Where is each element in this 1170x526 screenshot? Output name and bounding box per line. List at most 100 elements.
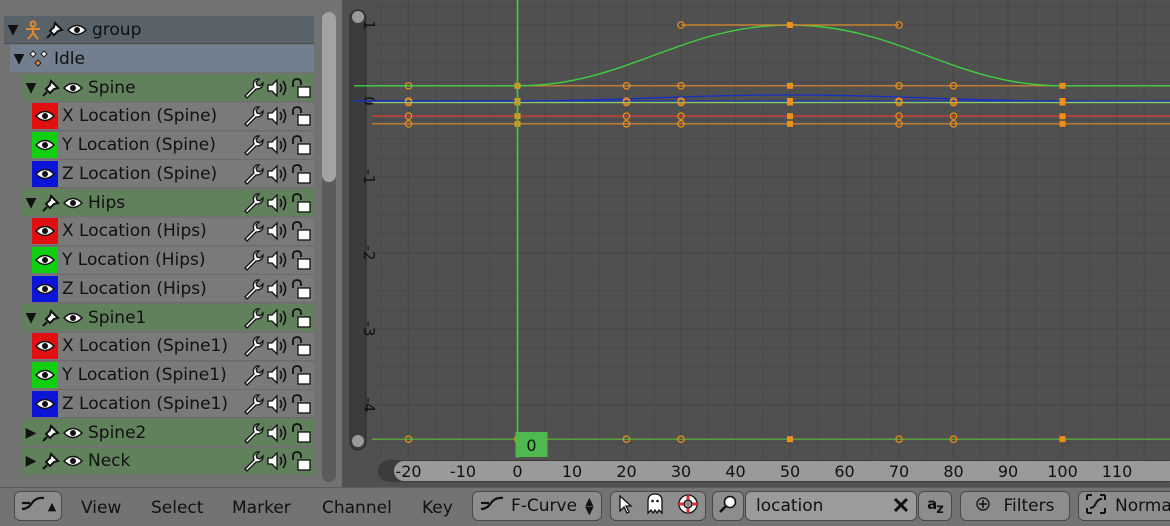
channel-curve-row[interactable]: X Location (Spine) [32,102,314,131]
collapse-triangle-icon[interactable]: ▼ [22,310,40,326]
keyframe-point[interactable] [1059,436,1066,443]
keyframe-point[interactable] [787,120,793,127]
wrench-icon[interactable] [242,393,264,415]
pin-icon[interactable] [40,422,62,444]
eye-icon[interactable] [62,422,84,444]
keyframe-point[interactable] [1059,82,1066,89]
eye-icon[interactable] [62,77,84,99]
eye-icon[interactable] [62,192,84,214]
pin-icon[interactable] [40,192,62,214]
channel-curve-row[interactable]: Z Location (Hips) [32,275,314,304]
eye-icon[interactable] [62,450,84,472]
menu-select[interactable]: Select [151,498,203,518]
pin-icon[interactable] [44,19,66,41]
lock-icon[interactable] [290,422,312,444]
lock-icon[interactable] [290,307,312,329]
collapse-triangle-icon[interactable]: ▼ [4,22,22,38]
keyframe-point[interactable] [787,22,793,28]
wrench-icon[interactable] [242,105,264,128]
wrench-icon[interactable] [242,220,264,243]
lock-icon[interactable] [290,134,312,156]
lifebuoy-icon[interactable] [677,493,699,520]
curve-visibility-eye-icon[interactable] [32,160,58,187]
expand-triangle-icon[interactable]: ▶ [22,453,40,469]
menu-key[interactable]: Key [422,498,453,518]
speaker-icon[interactable] [266,364,288,386]
speaker-icon[interactable] [266,105,288,127]
keyframe-point[interactable] [787,82,793,89]
curve-visibility-eye-icon[interactable] [32,247,58,273]
mode-dropdown[interactable]: F-Curve ▲ ▼ [472,491,602,521]
clear-search-icon[interactable] [892,496,910,519]
curve-visibility-eye-icon[interactable] [32,333,58,360]
wrench-icon[interactable] [242,307,264,329]
channel-bone-row[interactable]: ▶ Spine2 [22,419,314,446]
lock-icon[interactable] [290,192,312,214]
channel-curve-row[interactable]: X Location (Spine1) [32,332,314,361]
channel-bone-row[interactable]: ▶ Neck [22,447,314,475]
wrench-icon[interactable] [242,249,264,271]
channel-group-row[interactable]: ▼ group [4,16,314,44]
graph-editor-canvas[interactable]: 1 0 -1 -2 -3 -4 0 -20 -10 0 10 20 30 40 50 60 70 80 90 100 1… [342,0,1170,487]
wrench-icon[interactable] [242,450,264,473]
pin-icon[interactable] [40,77,62,99]
speaker-icon[interactable] [266,163,288,185]
channel-curve-row[interactable]: Z Location (Spine1) [32,390,314,419]
lock-icon[interactable] [290,163,312,185]
curve-visibility-eye-icon[interactable] [32,390,58,417]
filters-button[interactable]: Filters [960,491,1070,521]
sort-alphabetical-button[interactable]: az [918,491,952,521]
wrench-icon[interactable] [242,163,264,185]
menu-channel[interactable]: Channel [322,498,392,518]
pin-icon[interactable] [40,307,62,329]
channel-scrollbar-thumb[interactable] [322,12,336,182]
speaker-icon[interactable] [266,220,288,242]
keyframe-point[interactable] [787,113,793,120]
keyframe-point[interactable] [787,99,793,106]
keyframe-point[interactable] [1059,120,1066,127]
lock-icon[interactable] [290,105,312,127]
wrench-icon[interactable] [242,134,264,156]
channel-bone-row[interactable]: ▼ Spine1 [22,304,314,331]
curve-visibility-eye-icon[interactable] [32,132,58,158]
speaker-icon[interactable] [266,134,288,156]
ghost-icon[interactable] [646,492,664,520]
curve-visibility-eye-icon[interactable] [32,275,58,302]
lock-icon[interactable] [290,450,312,472]
menu-marker[interactable]: Marker [232,498,291,518]
graph-svg[interactable]: 10-1-2-3-40-20 -10 0 10 20 30 40 50 60 70 80 90 100 1… [342,0,1170,487]
wrench-icon[interactable] [242,77,264,99]
speaker-icon[interactable] [266,422,288,444]
wrench-icon[interactable] [242,364,264,386]
pin-icon[interactable] [40,450,62,472]
keyframe-point[interactable] [1059,99,1066,106]
collapse-triangle-icon[interactable]: ▼ [10,51,28,67]
channel-bone-row[interactable]: ▼ Hips [22,189,314,216]
channel-curve-row[interactable]: Y Location (Spine) [32,131,314,160]
keyframe-point[interactable] [787,436,793,443]
editor-type-button[interactable]: ▲ [14,491,62,521]
lock-icon[interactable] [290,77,312,99]
channel-scrollbar[interactable] [322,12,336,482]
eye-icon[interactable] [66,19,88,41]
menu-view[interactable]: View [81,498,121,518]
wrench-icon[interactable] [242,335,264,358]
collapse-triangle-icon[interactable]: ▼ [22,80,40,96]
speaker-icon[interactable] [266,278,288,300]
channel-curve-row[interactable]: Y Location (Spine1) [32,361,314,390]
eye-icon[interactable] [62,307,84,329]
speaker-icon[interactable] [266,450,288,472]
curve-visibility-eye-icon[interactable] [32,103,58,130]
channel-curve-row[interactable]: Z Location (Spine) [32,160,314,189]
keyframe-point[interactable] [1059,113,1066,120]
wrench-icon[interactable] [242,278,264,300]
curve-visibility-eye-icon[interactable] [32,362,58,388]
speaker-icon[interactable] [266,393,288,415]
channel-curve-row[interactable]: X Location (Hips) [32,217,314,246]
lock-icon[interactable] [290,335,312,357]
search-toggle-button[interactable] [712,491,744,521]
expand-triangle-icon[interactable]: ▶ [22,425,40,441]
speaker-icon[interactable] [266,77,288,99]
channel-action-row[interactable]: ▼ Idle [10,45,314,72]
lock-icon[interactable] [290,364,312,386]
